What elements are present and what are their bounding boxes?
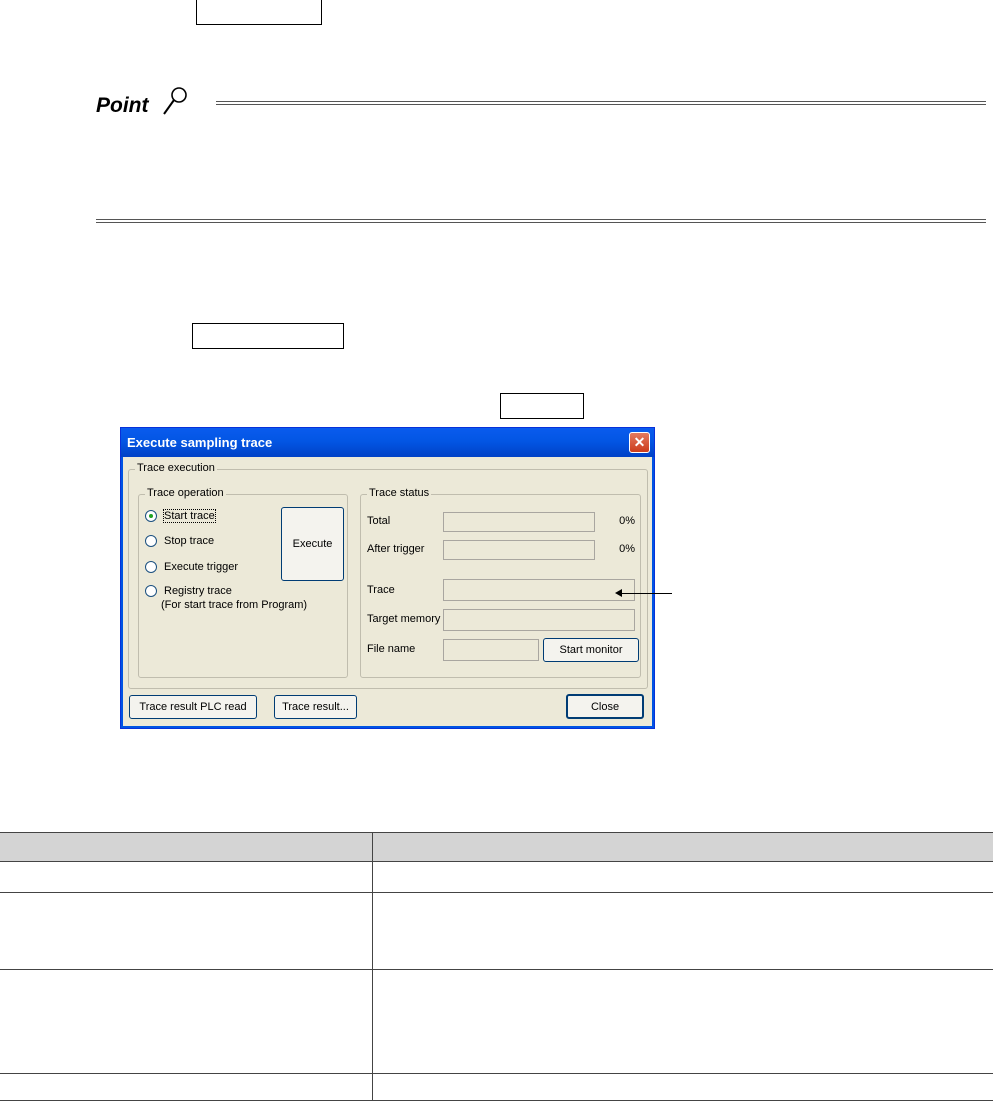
key-box-2 <box>192 323 344 349</box>
table-cell <box>0 969 373 1074</box>
magnifier-icon <box>163 87 187 115</box>
dialog-titlebar: Execute sampling trace <box>121 428 654 457</box>
radio-label: Start trace <box>163 509 216 523</box>
file-name-label: File name <box>367 643 416 655</box>
after-trigger-percent: 0% <box>619 543 635 555</box>
radio-icon <box>145 585 157 597</box>
trace-result-plc-read-button[interactable]: Trace result PLC read <box>129 695 257 719</box>
annotation-arrow-line <box>620 593 672 594</box>
table-cell <box>0 1073 373 1101</box>
total-label: Total <box>367 515 391 527</box>
point-bottom-rule <box>96 219 986 223</box>
table-row <box>0 861 993 893</box>
table-cell <box>372 1073 993 1101</box>
trace-status-field <box>443 579 635 601</box>
total-progress-field <box>443 512 595 532</box>
table-cell <box>372 892 993 970</box>
key-box-1 <box>196 0 322 25</box>
trace-operation-legend: Trace operation <box>145 487 226 499</box>
table-header-row <box>0 832 993 862</box>
radio-registry-trace[interactable]: Registry trace <box>145 583 232 599</box>
trace-label: Trace <box>367 584 395 596</box>
trace-operation-group: Trace operation Start trace Stop trace E… <box>138 487 348 678</box>
close-button[interactable]: Close <box>566 694 644 719</box>
close-x-icon[interactable]: ✕ <box>629 432 650 453</box>
trace-execution-legend: Trace execution <box>135 462 217 474</box>
radio-start-trace[interactable]: Start trace <box>145 508 216 524</box>
file-name-field <box>443 639 539 661</box>
target-memory-field <box>443 609 635 631</box>
table-header-cell <box>0 832 373 862</box>
radio-label: Stop trace <box>164 535 215 547</box>
description-table <box>0 832 993 1101</box>
execute-sampling-trace-dialog: Execute sampling trace ✕ Trace execution… <box>120 427 655 729</box>
radio-label: Registry trace <box>164 585 232 597</box>
radio-icon <box>145 535 157 547</box>
table-row <box>0 969 993 1074</box>
radio-icon <box>145 561 157 573</box>
table-header-cell <box>372 832 993 862</box>
table-cell <box>0 892 373 970</box>
after-trigger-progress-field <box>443 540 595 560</box>
trace-status-group: Trace status Total 0% After trigger 0% T… <box>360 487 641 678</box>
table-row <box>0 892 993 970</box>
radio-stop-trace[interactable]: Stop trace <box>145 533 214 549</box>
table-row <box>0 1073 993 1101</box>
annotation-arrow-head <box>615 589 622 597</box>
table-cell <box>372 969 993 1074</box>
point-logo: Point <box>96 84 206 124</box>
radio-execute-trigger[interactable]: Execute trigger <box>145 559 238 575</box>
registry-note: (For start trace from Program) <box>161 599 308 611</box>
after-trigger-label: After trigger <box>367 543 425 555</box>
table-cell <box>372 861 993 893</box>
execute-button[interactable]: Execute <box>281 507 344 581</box>
trace-status-legend: Trace status <box>367 487 432 499</box>
table-cell <box>0 861 373 893</box>
radio-icon <box>145 510 157 522</box>
start-monitor-button[interactable]: Start monitor <box>543 638 639 662</box>
radio-label: Execute trigger <box>164 561 238 573</box>
trace-result-button[interactable]: Trace result... <box>274 695 357 719</box>
key-box-3 <box>500 393 584 419</box>
point-top-rule <box>216 101 986 105</box>
dialog-title: Execute sampling trace <box>127 435 273 450</box>
total-percent: 0% <box>619 515 635 527</box>
target-memory-label: Target memory <box>367 613 441 625</box>
trace-execution-group: Trace execution Trace operation Start tr… <box>128 462 648 689</box>
point-label: Point <box>96 94 149 117</box>
